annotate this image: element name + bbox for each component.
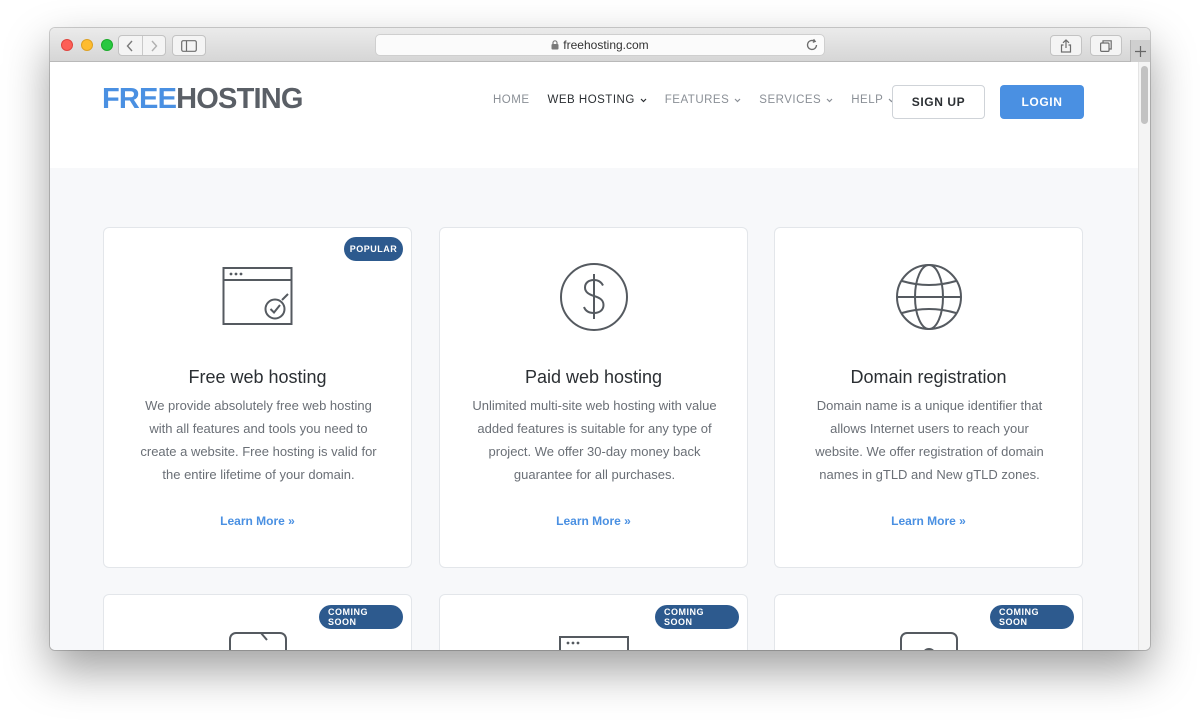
browser-window-check-icon <box>222 266 294 333</box>
scrollbar-thumb[interactable] <box>1141 66 1148 124</box>
coming-soon-badge: COMING SOON <box>990 605 1074 629</box>
share-button[interactable] <box>1050 35 1082 56</box>
tabs-overview-icon <box>1100 39 1112 52</box>
chevron-down-icon <box>640 98 647 103</box>
page-scrollbar[interactable] <box>1138 62 1150 650</box>
card-description: We provide absolutely free web hosting w… <box>140 398 377 482</box>
close-window-button[interactable] <box>61 39 73 51</box>
card-title: Domain registration <box>850 367 1007 387</box>
main-nav: HOME WEB HOSTING FEATURES SERVICES HELP <box>493 92 913 108</box>
chevron-down-icon <box>734 98 741 103</box>
chevron-down-icon <box>826 98 833 103</box>
card-coming-soon-1: COMING SOON <box>103 594 412 650</box>
plus-icon <box>1135 45 1146 57</box>
card-domain-registration: Domain registration Domain name is a uni… <box>774 227 1083 568</box>
card-coming-soon-2: COMING SOON <box>439 594 748 650</box>
browser-window: freehosting.com FREEHOSTING HOME WEB HOS… <box>50 28 1150 650</box>
coming-soon-badge: COMING SOON <box>319 605 403 629</box>
reload-icon[interactable] <box>805 38 819 52</box>
logo-hosting-text: HOSTING <box>176 83 303 115</box>
nav-web-hosting[interactable]: WEB HOSTING <box>548 92 647 108</box>
address-bar[interactable]: freehosting.com <box>375 34 825 56</box>
history-nav-buttons <box>118 35 166 56</box>
sidebar-icon <box>181 39 197 52</box>
signup-button[interactable]: SIGN UP <box>892 85 985 119</box>
share-icon <box>1060 38 1072 53</box>
nav-services[interactable]: SERVICES <box>759 92 833 108</box>
lock-icon <box>551 40 559 50</box>
nav-services-label: SERVICES <box>759 94 822 106</box>
nav-help-label: HELP <box>851 94 884 106</box>
nav-features[interactable]: FEATURES <box>665 92 742 108</box>
card-icon-partial <box>558 635 630 650</box>
popular-badge: POPULAR <box>344 237 403 261</box>
nav-home-label: HOME <box>493 94 530 106</box>
back-button[interactable] <box>119 36 142 55</box>
card-title: Free web hosting <box>188 367 327 387</box>
minimize-window-button[interactable] <box>81 39 93 51</box>
card-description: Unlimited multi-site web hosting with va… <box>472 398 717 482</box>
card-icon-partial <box>899 631 959 650</box>
learn-more-link[interactable]: Learn More » <box>775 514 1082 528</box>
web-page: FREEHOSTING HOME WEB HOSTING FEATURES SE… <box>50 62 1138 650</box>
chevron-right-icon <box>151 40 158 51</box>
dollar-icon <box>558 261 630 338</box>
card-title: Paid web hosting <box>524 367 663 387</box>
logo-free-text: FREE <box>102 83 177 115</box>
show-tabs-button[interactable] <box>1090 35 1122 56</box>
learn-more-link[interactable]: Learn More » <box>440 514 747 528</box>
browser-titlebar: freehosting.com <box>50 28 1150 62</box>
card-paid-web-hosting: Paid web hosting Unlimited multi-site we… <box>439 227 748 568</box>
sidebar-toggle-button[interactable] <box>172 35 206 56</box>
site-header: FREEHOSTING HOME WEB HOSTING FEATURES SE… <box>50 62 1138 168</box>
nav-home[interactable]: HOME <box>493 92 530 108</box>
nav-web-hosting-label: WEB HOSTING <box>547 94 635 106</box>
zoom-window-button[interactable] <box>101 39 113 51</box>
chevron-left-icon <box>126 40 133 51</box>
card-free-web-hosting: POPULAR Free web hosting We provide abso… <box>103 227 412 568</box>
url-text: freehosting.com <box>563 38 649 52</box>
nav-help[interactable]: HELP <box>851 92 895 108</box>
learn-more-link[interactable]: Learn More » <box>104 514 411 528</box>
globe-icon <box>893 261 965 338</box>
card-coming-soon-3: COMING SOON <box>774 594 1083 650</box>
site-logo[interactable]: FREEHOSTING <box>102 83 303 116</box>
card-icon-partial <box>228 631 288 650</box>
forward-button[interactable] <box>141 36 166 55</box>
card-description: Domain name is a unique identifier that … <box>815 398 1044 482</box>
login-button[interactable]: LOGIN <box>1000 85 1084 119</box>
new-tab-button[interactable] <box>1130 40 1150 62</box>
nav-features-label: FEATURES <box>664 94 730 106</box>
coming-soon-badge: COMING SOON <box>655 605 739 629</box>
